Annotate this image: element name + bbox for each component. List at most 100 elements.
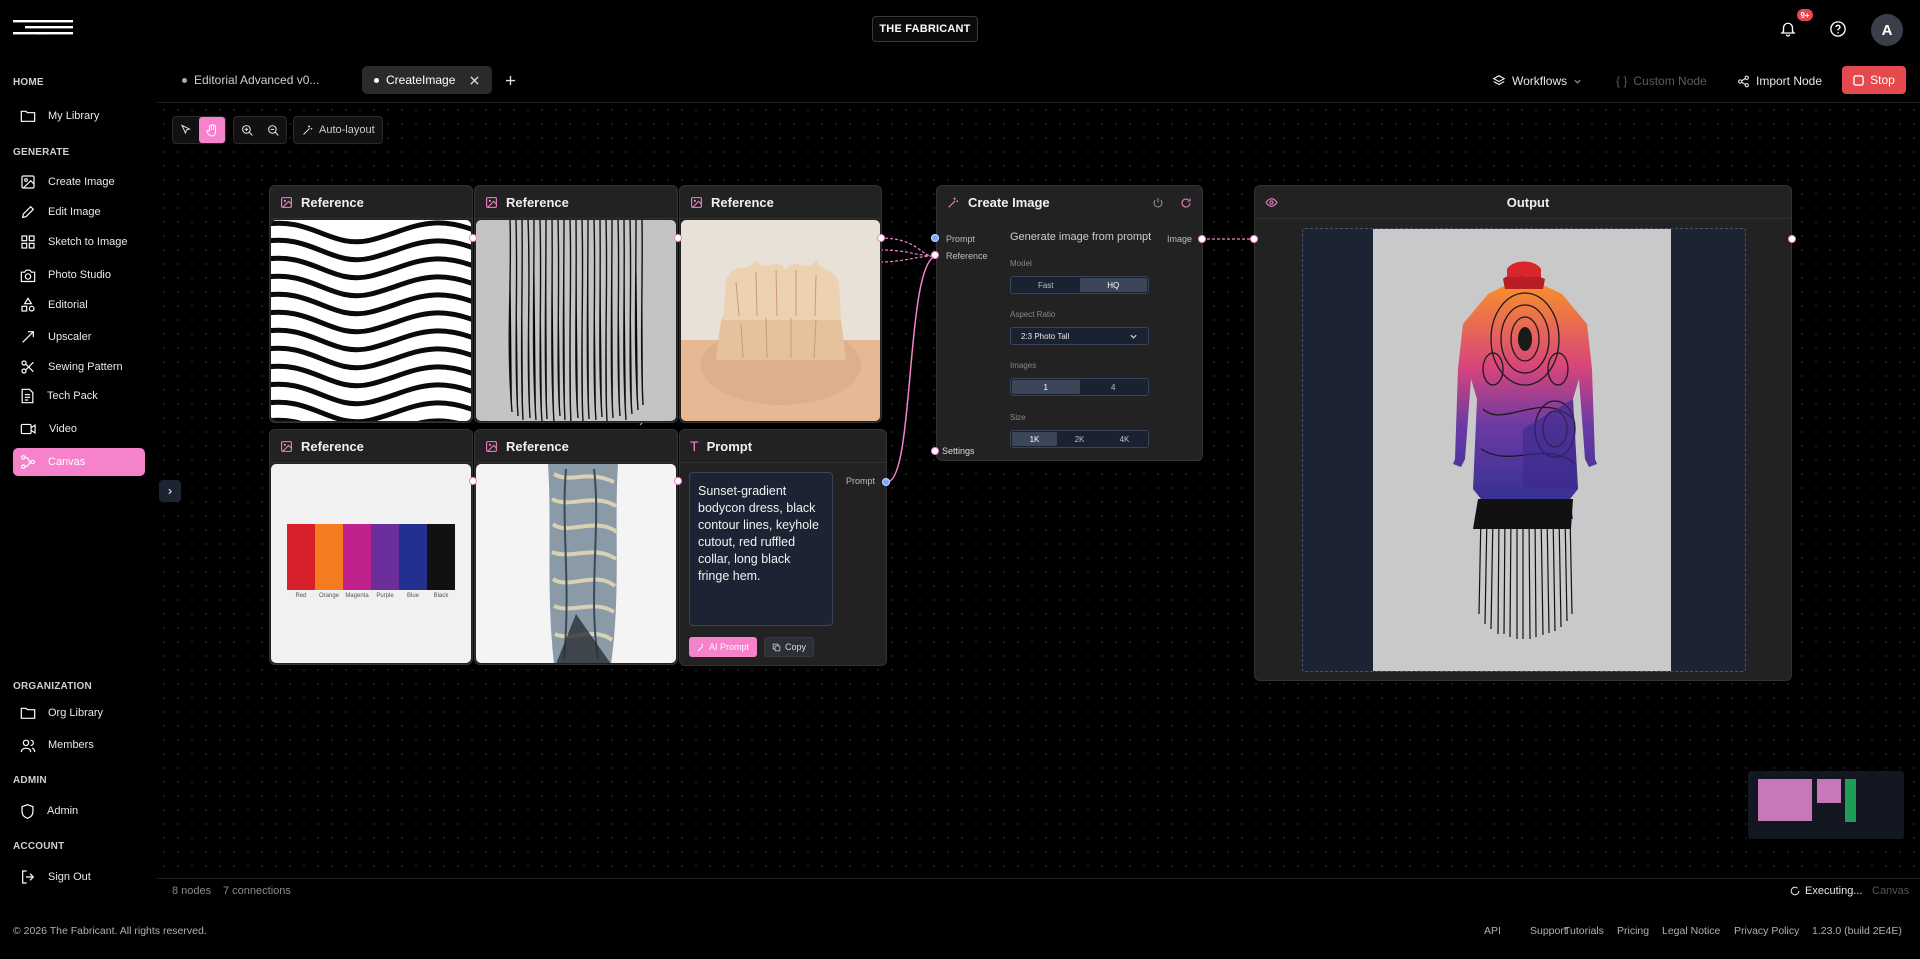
reference-node[interactable]: Reference <box>474 185 678 423</box>
output-port[interactable] <box>877 234 885 242</box>
output-node-port[interactable] <box>1788 235 1796 243</box>
input-prompt-label: Prompt <box>946 234 976 244</box>
input-reference-label: Reference <box>946 251 988 261</box>
canvas-status-label: Canvas <box>1872 885 1910 897</box>
app-version: 1.23.0 (build 2E4E) <box>1812 925 1902 937</box>
color-swatches: Red Orange Magenta Purple Blue Black <box>287 524 455 599</box>
ai-prompt-label: AI Prompt <box>708 642 749 652</box>
reference-image-textured-skirt <box>476 464 676 663</box>
text-icon: T <box>690 438 699 454</box>
prompt-textarea[interactable]: Sunset-gradient bodycon dress, black con… <box>689 472 833 626</box>
footer-link-legal-notice[interactable]: Legal Notice <box>1662 925 1720 937</box>
settings-input-port[interactable] <box>931 447 939 455</box>
swatch-label: Red <box>295 593 307 599</box>
footer-link-privacy-policy[interactable]: Privacy Policy <box>1734 925 1799 937</box>
prompt-output-port[interactable] <box>882 478 890 486</box>
create-image-node[interactable]: Create Image <box>936 185 1203 461</box>
aspect-ratio-value: 2:3 Photo Tall <box>1021 331 1070 341</box>
node-title: Reference <box>506 194 569 210</box>
size-option-2k[interactable]: 2K <box>1057 432 1102 446</box>
swatch-label: Blue <box>406 593 419 599</box>
expand-sidebar-button[interactable] <box>159 480 181 502</box>
copyright: © 2026 The Fabricant. All rights reserve… <box>13 925 207 937</box>
execution-status: Executing... <box>1790 885 1862 897</box>
reference-node[interactable]: Reference <box>474 429 678 665</box>
ai-prompt-button[interactable]: AI Prompt <box>689 637 757 657</box>
images-selector[interactable]: 1 4 <box>1010 378 1149 396</box>
size-option-4k[interactable]: 4K <box>1102 432 1147 446</box>
input-settings-label: Settings <box>942 446 975 456</box>
reference-image-zebra-pattern <box>271 220 471 421</box>
image-output-port[interactable] <box>1198 235 1206 243</box>
connection-wire <box>879 255 937 263</box>
wand-icon <box>948 197 959 208</box>
image-icon <box>691 196 702 208</box>
size-selector[interactable]: 1K 2K 4K <box>1010 430 1149 448</box>
chevron-right-icon <box>168 488 172 494</box>
prompt-input-port[interactable] <box>931 234 939 242</box>
swatch-black <box>427 524 455 590</box>
connection-count: 7 connections <box>223 885 291 897</box>
node-title: Create Image <box>968 195 1050 210</box>
size-label: Size <box>1010 413 1026 422</box>
swatch-label: Black <box>433 593 449 599</box>
footer-link-pricing[interactable]: Pricing <box>1617 925 1649 937</box>
images-option-1[interactable]: 1 <box>1012 380 1080 394</box>
footer-link-tutorials[interactable]: Tutorials <box>1564 925 1604 937</box>
node-title: Output <box>1506 194 1550 210</box>
minimap-node <box>1845 779 1856 822</box>
model-option-hq[interactable]: HQ <box>1079 278 1147 292</box>
image-icon <box>281 440 292 452</box>
images-option-4[interactable]: 4 <box>1080 380 1148 394</box>
node-title: Reference <box>506 438 569 454</box>
copy-icon <box>772 643 781 651</box>
copy-button[interactable]: Copy <box>764 637 814 657</box>
aspect-ratio-select[interactable]: 2:3 Photo Tall <box>1010 327 1149 345</box>
reference-node[interactable]: Reference Red Orange Magenta Purple Blue… <box>269 429 473 665</box>
swatch-label: Purple <box>376 593 394 599</box>
model-selector[interactable]: Fast HQ <box>1010 276 1149 294</box>
node-title: Prompt <box>706 438 753 454</box>
footer-link-api[interactable]: API <box>1484 925 1501 937</box>
swatch-label: Magenta <box>345 593 369 599</box>
swatch-label: Orange <box>318 593 339 599</box>
output-input-port[interactable] <box>1250 235 1258 243</box>
swatch-blue <box>399 524 427 590</box>
node-description: Generate image from prompt <box>1010 231 1152 243</box>
size-option-1k[interactable]: 1K <box>1012 432 1057 446</box>
footer-link-support[interactable]: Support <box>1530 925 1567 937</box>
image-icon <box>281 196 292 208</box>
power-icon[interactable] <box>1152 197 1164 209</box>
aspect-ratio-label: Aspect Ratio <box>1010 310 1056 319</box>
swatch-magenta <box>343 524 371 590</box>
model-option-fast[interactable]: Fast <box>1012 278 1080 292</box>
node-title: Reference <box>301 194 364 210</box>
swatch-red <box>287 524 315 590</box>
output-port[interactable] <box>469 477 477 485</box>
reference-node[interactable]: Reference <box>679 185 882 423</box>
swatch-orange <box>315 524 343 590</box>
minimap-node <box>1758 779 1812 821</box>
output-port[interactable] <box>674 234 682 242</box>
reference-node[interactable]: Reference <box>269 185 473 423</box>
eye-icon[interactable] <box>1265 196 1278 209</box>
images-label: Images <box>1010 361 1037 370</box>
reference-image-color-palette: Red Orange Magenta Purple Blue Black <box>271 464 471 663</box>
output-image-label: Image <box>1167 234 1193 244</box>
divider <box>157 878 1920 879</box>
node-title: Reference <box>711 194 774 210</box>
reference-image-black-fringe <box>476 220 676 421</box>
image-icon <box>486 196 497 208</box>
image-icon <box>486 440 497 452</box>
minimap[interactable] <box>1748 771 1904 839</box>
executing-label: Executing... <box>1805 885 1863 897</box>
reference-input-port[interactable] <box>931 251 939 259</box>
output-port[interactable] <box>674 477 682 485</box>
refresh-icon[interactable] <box>1180 197 1192 209</box>
output-port[interactable] <box>469 234 477 242</box>
swatch-purple <box>371 524 399 590</box>
model-label: Model <box>1010 259 1032 268</box>
node-title: Reference <box>301 438 364 454</box>
copy-label: Copy <box>784 642 806 652</box>
minimap-node <box>1817 779 1841 803</box>
